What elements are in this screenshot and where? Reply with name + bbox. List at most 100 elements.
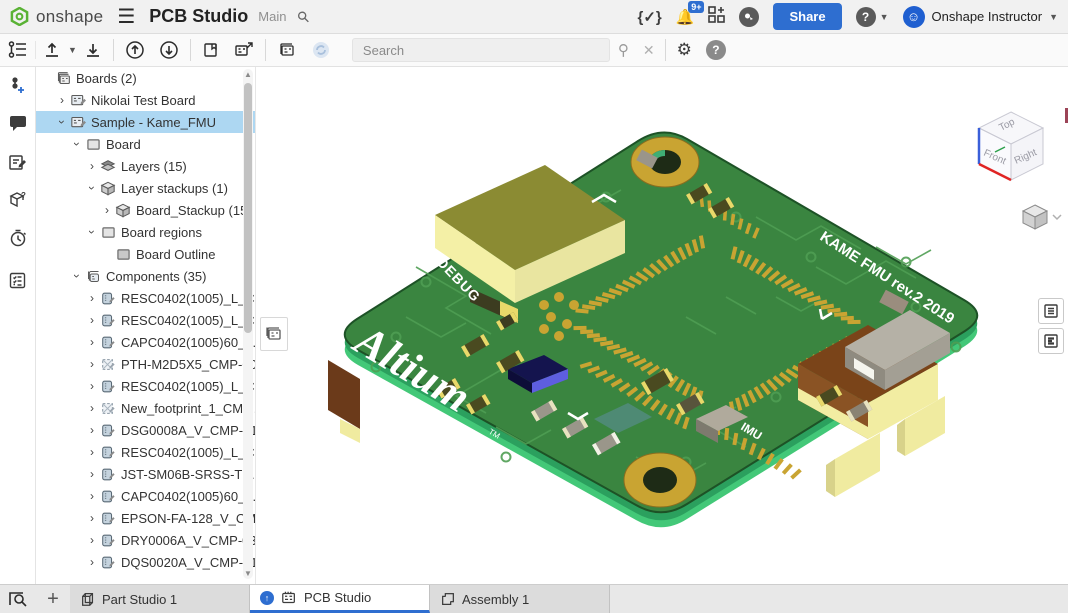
tree-expand-chevron-icon[interactable]: ›	[85, 489, 99, 503]
graphics-area[interactable]: DEBUG Altium TM KAME FMU rev.2 2019 IMU …	[256, 67, 1068, 584]
tree-row-label: RESC0402(1005)_L_C...	[121, 291, 256, 306]
search-tabs-icon[interactable]	[0, 585, 36, 613]
layers-icon	[99, 159, 117, 173]
tree-row[interactable]: ›DQS0020A_V_CMP-01...	[36, 551, 255, 573]
tree-row[interactable]: › RESC0402(1005)_L_C...	[36, 287, 255, 309]
search-icon[interactable]: ⚲	[610, 41, 637, 59]
settings-gear-icon[interactable]: ⚙	[670, 40, 699, 60]
featurescript-icon[interactable]: {✓}	[638, 8, 662, 26]
element-tab-pcb-studio[interactable]: ↑PCB Studio	[250, 585, 430, 613]
tree-expand-chevron-icon[interactable]: ›	[70, 269, 84, 283]
tree-row[interactable]: ›Board regions	[36, 221, 255, 243]
stackup-icon	[114, 203, 132, 218]
tree-row[interactable]: ›Components (35)	[36, 265, 255, 287]
tree-expand-chevron-icon[interactable]: ›	[85, 357, 99, 371]
tree-row[interactable]: ›Board	[36, 133, 255, 155]
notifications-bell-icon[interactable]: 🔔9+	[676, 8, 695, 26]
tree-row[interactable]: Board Outline	[36, 243, 255, 265]
versions-icon[interactable]	[7, 75, 29, 97]
learning-center-icon[interactable]	[739, 7, 759, 27]
edit-description-icon[interactable]	[7, 151, 29, 173]
tree-row[interactable]: ›RESC0402(1005)_L_C...	[36, 375, 255, 397]
upload-caret-icon[interactable]: ▼	[68, 45, 77, 55]
view-cube[interactable]: Top Front Right	[979, 112, 1043, 180]
tree-row[interactable]: ›Sample - Kame_FMU	[36, 111, 255, 133]
tree-expand-chevron-icon[interactable]: ›	[85, 423, 99, 437]
tree-row[interactable]: ›DRY0006A_V_CMP-03...	[36, 529, 255, 551]
export-board-button[interactable]	[227, 41, 261, 59]
structure-panel-toggle[interactable]	[0, 41, 36, 59]
element-tab-part-studio-1[interactable]: Part Studio 1	[70, 585, 250, 613]
tab-label: Part Studio 1	[102, 592, 177, 607]
tree-row[interactable]: ›JST-SM06B-SRSS-TB...	[36, 463, 255, 485]
stackup-panel-button[interactable]	[1038, 328, 1064, 354]
tree-row[interactable]: ›EPSON-FA-128_V_CM...	[36, 507, 255, 529]
tree-expand-chevron-icon[interactable]: ›	[100, 203, 114, 217]
tree-expand-chevron-icon[interactable]: ›	[85, 181, 99, 195]
search-input[interactable]	[352, 38, 610, 62]
download-button[interactable]	[77, 41, 109, 59]
pcb-3d-view[interactable]: DEBUG Altium TM KAME FMU rev.2 2019 IMU …	[256, 67, 1068, 584]
tree-scrollbar[interactable]: ▲ ▼	[243, 69, 253, 579]
tree-row[interactable]: ›CAPC0402(1005)60_L...	[36, 331, 255, 353]
tree-row[interactable]: ›RESC0402(1005)_L_C...	[36, 309, 255, 331]
user-caret-icon: ▼	[1049, 12, 1058, 22]
tree-row[interactable]: ›Layer stackups (1)	[36, 177, 255, 199]
properties-checklist-icon[interactable]	[7, 269, 29, 291]
menu-hamburger-icon[interactable]: ☰	[117, 7, 135, 27]
history-icon[interactable]	[7, 227, 29, 249]
copy-document-button[interactable]	[195, 41, 227, 59]
tree-row[interactable]: ›New_footprint_1_CMP...	[36, 397, 255, 419]
upload-button[interactable]	[36, 41, 68, 59]
comments-icon[interactable]	[7, 113, 29, 135]
tree-expand-chevron-icon[interactable]: ›	[85, 511, 99, 525]
tree-row[interactable]: ›RESC0402(1005)_L_C...	[36, 441, 255, 463]
tree-row[interactable]: ›Layers (15)	[36, 155, 255, 177]
tree-scrollbar-thumb[interactable]	[244, 83, 252, 333]
tree-row[interactable]: › Nikolai Test Board	[36, 89, 255, 111]
tree-row[interactable]: ›DSG0008A_V_CMP-01...	[36, 419, 255, 441]
view-cube-home-icon[interactable]	[1023, 205, 1061, 229]
tree-expand-chevron-icon[interactable]: ›	[55, 115, 69, 129]
reference-manager-icon[interactable]: ?	[7, 189, 29, 211]
tree-row-label: PTH-M2D5X5_CMP-00...	[121, 357, 256, 372]
workspace-name[interactable]: Main	[258, 9, 286, 24]
share-link-icon[interactable]: ⚲	[294, 6, 315, 27]
layers-panel-button[interactable]	[1038, 298, 1064, 324]
user-menu[interactable]: ☺ Onshape Instructor ▼	[903, 6, 1058, 28]
tree-row[interactable]: ›Board_Stackup (15)	[36, 199, 255, 221]
toolbar-help-icon[interactable]: ?	[699, 40, 733, 60]
tree-row[interactable]: Boards (2)	[36, 67, 255, 89]
tree-expand-chevron-icon[interactable]: ›	[85, 401, 99, 415]
tree-scroll-up-icon[interactable]: ▲	[243, 70, 253, 79]
tree-expand-chevron-icon[interactable]: ›	[85, 313, 99, 327]
tree-expand-chevron-icon[interactable]: ›	[85, 335, 99, 349]
push-changes-button[interactable]	[118, 40, 152, 60]
tree-row[interactable]: › PTH-M2D5X5_CMP-00...	[36, 353, 255, 375]
boards-panel-toggle[interactable]	[260, 317, 288, 351]
help-menu[interactable]: ? ▼	[856, 7, 889, 27]
onshape-logo[interactable]: onshape	[10, 7, 103, 27]
tree-row[interactable]: ›CAPC0402(1005)60_L...	[36, 485, 255, 507]
tree-expand-chevron-icon[interactable]: ›	[85, 379, 99, 393]
tree-expand-chevron-icon[interactable]: ›	[85, 555, 99, 569]
element-tab-assembly-1[interactable]: Assembly 1	[430, 585, 610, 613]
share-button[interactable]: Share	[773, 3, 841, 30]
apps-grid-icon[interactable]	[708, 6, 725, 27]
tree-expand-chevron-icon[interactable]: ›	[85, 445, 99, 459]
add-tab-button[interactable]: +	[36, 585, 70, 613]
tree-expand-chevron-icon[interactable]: ›	[85, 467, 99, 481]
tree-scroll-down-icon[interactable]: ▼	[243, 569, 253, 578]
pull-changes-button[interactable]	[152, 40, 186, 60]
tree-expand-chevron-icon[interactable]: ›	[85, 291, 99, 305]
tree-expand-chevron-icon[interactable]: ›	[55, 93, 69, 107]
pcb-toolbar: ▼ ⚲ ✕ ⚙ ?	[0, 34, 1068, 67]
left-edge-connector	[328, 360, 360, 443]
tree-expand-chevron-icon[interactable]: ›	[85, 533, 99, 547]
tree-expand-chevron-icon[interactable]: ›	[70, 137, 84, 151]
tree-expand-chevron-icon[interactable]: ›	[85, 159, 99, 173]
tree-row-label: Nikolai Test Board	[91, 93, 196, 108]
boards-tool-button[interactable]	[270, 41, 304, 59]
tree-expand-chevron-icon[interactable]: ›	[85, 225, 99, 239]
clear-search-icon[interactable]: ✕	[637, 42, 661, 59]
